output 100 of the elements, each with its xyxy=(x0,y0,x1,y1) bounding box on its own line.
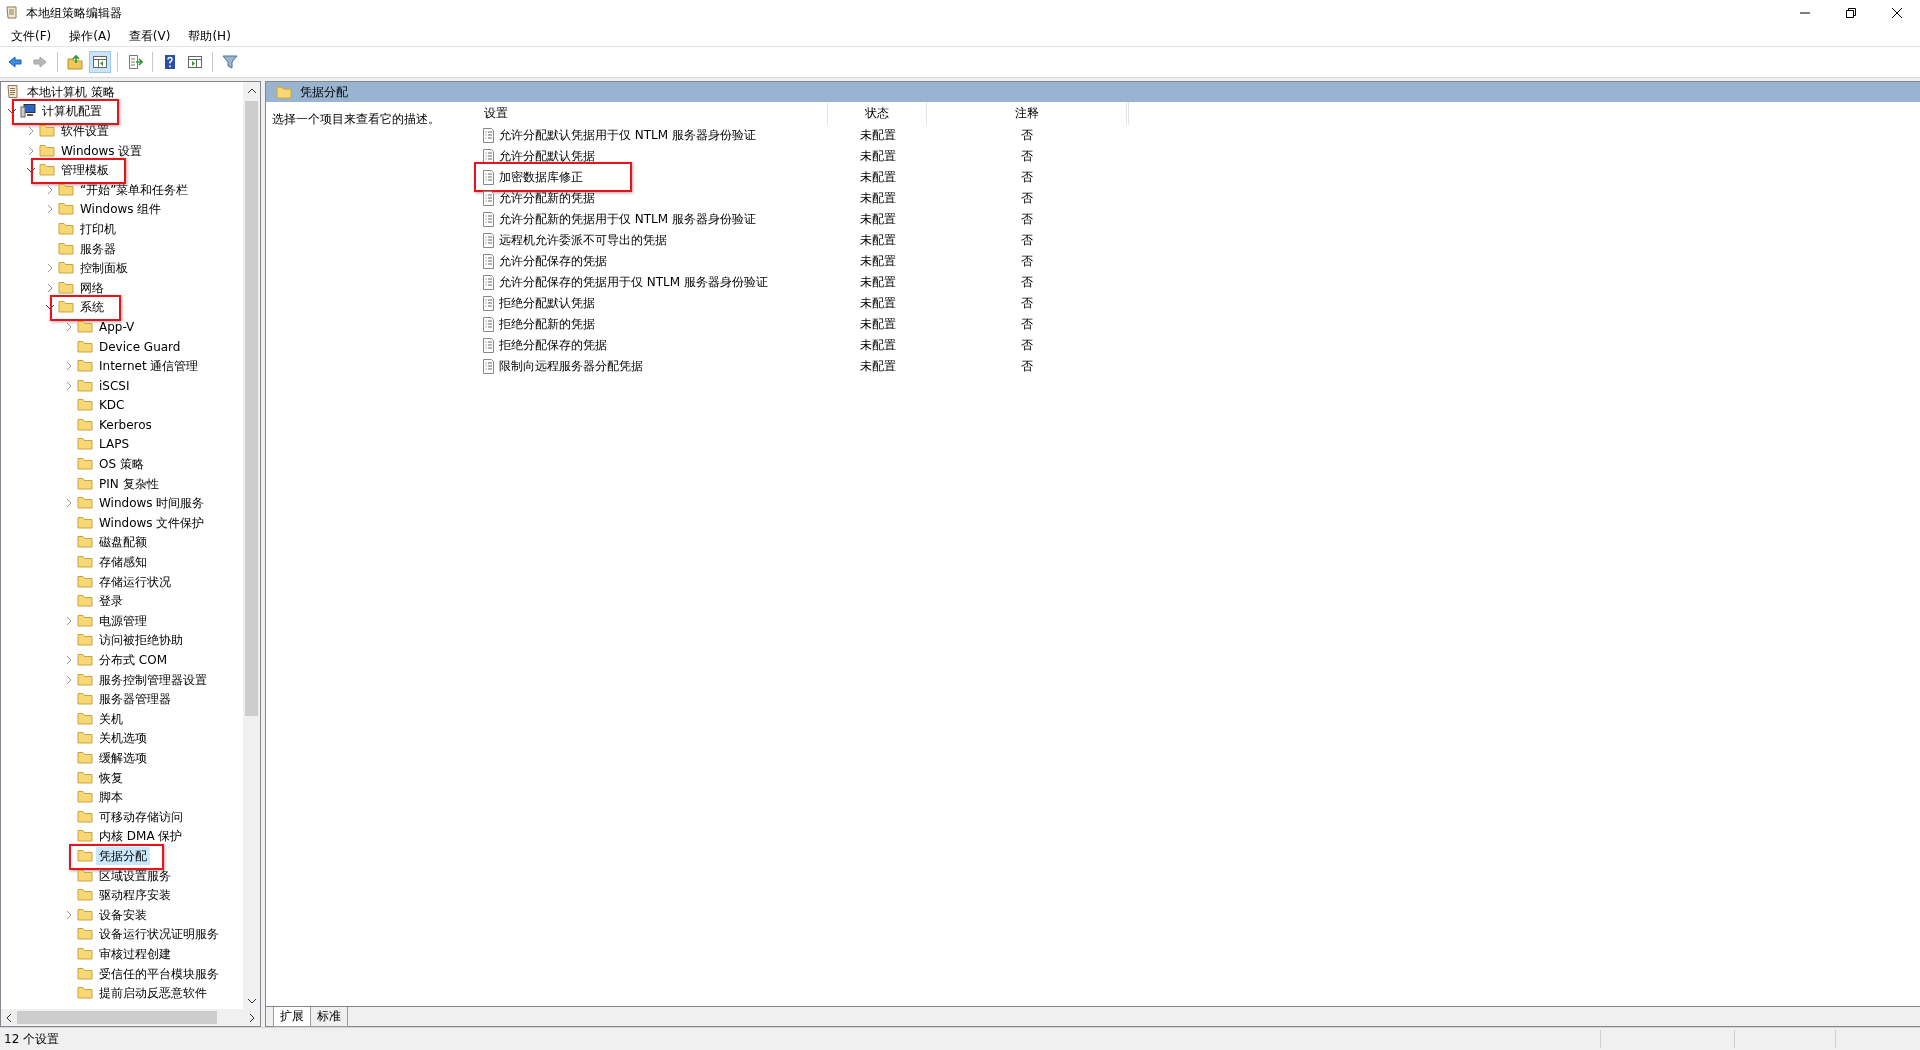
column-header[interactable]: 设置 xyxy=(474,102,828,125)
tree-item[interactable]: 关机 xyxy=(96,709,126,728)
scrollbar-thumb[interactable] xyxy=(245,101,258,716)
setting-name[interactable]: 限制向远程服务器分配凭据 xyxy=(499,358,643,375)
tree-item[interactable]: Windows 组件 xyxy=(77,200,165,219)
column-header[interactable]: 注释 xyxy=(927,102,1127,125)
chevron-right-icon[interactable] xyxy=(66,615,72,626)
table-cell-text: 否 xyxy=(1020,316,1034,333)
setting-name[interactable]: 拒绝分配保存的凭据 xyxy=(499,337,607,354)
chevron-right-icon[interactable] xyxy=(66,498,72,509)
scroll-left-icon[interactable] xyxy=(6,1012,12,1023)
tree-item[interactable]: 脚本 xyxy=(96,788,126,807)
chevron-right-icon[interactable] xyxy=(66,380,72,391)
setting-name[interactable]: 允许分配保存的凭据用于仅 NTLM 服务器身份验证 xyxy=(499,274,768,291)
tree-item[interactable]: 系统 xyxy=(77,298,107,317)
tree-item[interactable]: Windows 设置 xyxy=(58,141,146,160)
scrollbar-thumb[interactable] xyxy=(17,1011,217,1024)
tree-item[interactable]: 控制面板 xyxy=(77,259,131,278)
chevron-down-icon[interactable] xyxy=(26,167,36,174)
tree-item[interactable]: iSCSI xyxy=(96,376,133,395)
chevron-right-icon[interactable] xyxy=(28,126,34,136)
chevron-right-icon[interactable] xyxy=(66,655,72,665)
setting-name[interactable]: 允许分配默认凭据用于仅 NTLM 服务器身份验证 xyxy=(499,127,756,144)
menu-item[interactable]: 帮助(H) xyxy=(179,25,240,47)
tree-item[interactable]: KDC xyxy=(96,396,128,415)
tree-item[interactable]: 缓解选项 xyxy=(96,749,150,767)
view-tab[interactable]: 扩展 xyxy=(273,1007,311,1027)
tree-item[interactable]: 软件设置 xyxy=(58,122,112,140)
setting-name[interactable]: 加密数据库修正 xyxy=(499,169,583,186)
folder-icon xyxy=(77,456,93,473)
tree-item[interactable]: 存储感知 xyxy=(96,553,150,572)
folder-icon xyxy=(77,534,93,551)
tree-item[interactable]: 存储运行状况 xyxy=(96,572,174,591)
tree-item[interactable]: “开始”菜单和任务栏 xyxy=(77,180,192,199)
setting-name[interactable]: 拒绝分配新的凭据 xyxy=(499,316,595,333)
tree-item[interactable]: 关机选项 xyxy=(96,729,150,748)
chevron-right-icon[interactable] xyxy=(47,204,53,215)
tree-item[interactable]: 服务器管理器 xyxy=(96,690,174,709)
tree-item[interactable]: 打印机 xyxy=(77,219,119,238)
chevron-down-icon[interactable] xyxy=(45,304,55,311)
setting-name[interactable]: 允许分配新的凭据用于仅 NTLM 服务器身份验证 xyxy=(499,211,756,228)
tree-item[interactable]: 设备安装 xyxy=(96,905,150,924)
chevron-right-icon[interactable] xyxy=(66,361,72,372)
tree-item[interactable]: 管理模板 xyxy=(58,161,112,180)
scroll-up-icon[interactable] xyxy=(246,87,257,94)
scroll-down-icon[interactable] xyxy=(246,997,257,1004)
tree-item[interactable]: 审核过程创建 xyxy=(96,944,174,963)
tree-item[interactable]: OS 策略 xyxy=(96,455,147,474)
horizontal-scrollbar[interactable] xyxy=(1,1009,260,1026)
tree-item[interactable]: 电源管理 xyxy=(96,611,150,630)
chevron-right-icon[interactable] xyxy=(47,184,53,195)
tree-item[interactable]: Windows 时间服务 xyxy=(96,494,208,513)
chevron-down-icon[interactable] xyxy=(7,108,17,115)
tree-item[interactable]: 凭据分配 xyxy=(96,846,150,865)
chevron-right-icon[interactable] xyxy=(47,282,53,293)
vertical-scrollbar[interactable] xyxy=(243,82,260,1009)
menu-item[interactable]: 文件(F) xyxy=(2,25,61,47)
tree-item[interactable]: 恢复 xyxy=(96,768,126,787)
tree-item[interactable]: 驱动程序安装 xyxy=(96,886,174,905)
setting-name[interactable]: 允许分配保存的凭据 xyxy=(499,253,607,270)
column-header[interactable]: 状态 xyxy=(828,102,927,125)
tree-item[interactable]: Device Guard xyxy=(96,337,184,356)
tree-item[interactable]: 区域设置服务 xyxy=(96,866,174,885)
menu-item[interactable]: 查看(V) xyxy=(119,25,180,47)
tree-item[interactable]: 服务器 xyxy=(77,239,119,258)
toolbar-button[interactable] xyxy=(89,51,111,73)
tree-item[interactable]: 本地计算机 策略 xyxy=(24,82,118,101)
chevron-right-icon[interactable] xyxy=(66,674,72,685)
tree-item[interactable]: 可移动存储访问 xyxy=(96,807,186,826)
setting-name[interactable]: 远程机允许委派不可导出的凭据 xyxy=(499,232,667,249)
setting-name[interactable]: 允许分配新的凭据 xyxy=(499,190,595,207)
tree-item[interactable]: 提前启动反恶意软件 xyxy=(96,984,210,1003)
tree-item[interactable]: PIN 复杂性 xyxy=(96,474,162,493)
tree-item[interactable]: 服务控制管理器设置 xyxy=(96,670,210,689)
chevron-right-icon[interactable] xyxy=(47,263,53,274)
folder-icon xyxy=(58,220,74,237)
scroll-right-icon[interactable] xyxy=(249,1012,255,1023)
tree-item[interactable]: 设备运行状况证明服务 xyxy=(96,925,222,944)
chevron-right-icon[interactable] xyxy=(28,145,34,156)
table-cell-text: 否 xyxy=(1020,211,1034,228)
tree-item[interactable]: App-V xyxy=(96,317,138,336)
tree-item[interactable]: Windows 文件保护 xyxy=(96,513,208,532)
tree-item[interactable]: 内核 DMA 保护 xyxy=(96,827,186,846)
tree-item[interactable]: LAPS xyxy=(96,435,133,454)
tree-item[interactable]: Kerberos xyxy=(96,415,155,434)
table-cell-text: 否 xyxy=(1020,274,1034,291)
tree-item[interactable]: 访问被拒绝协助 xyxy=(96,631,186,650)
tree-item[interactable]: 受信任的平台模块服务 xyxy=(96,964,222,983)
menu-item[interactable]: 操作(A) xyxy=(60,25,120,47)
view-tab[interactable]: 标准 xyxy=(310,1007,348,1027)
setting-name[interactable]: 拒绝分配默认凭据 xyxy=(499,295,595,312)
tree-item[interactable]: Internet 通信管理 xyxy=(96,357,202,376)
tree-item[interactable]: 磁盘配额 xyxy=(96,533,150,552)
tree-item[interactable]: 计算机配置 xyxy=(39,102,105,121)
chevron-right-icon[interactable] xyxy=(66,909,72,920)
tree-item[interactable]: 登录 xyxy=(96,592,126,611)
chevron-right-icon[interactable] xyxy=(66,321,72,332)
setting-name[interactable]: 允许分配默认凭据 xyxy=(499,148,595,165)
tree-item[interactable]: 网络 xyxy=(77,278,107,297)
tree-item[interactable]: 分布式 COM xyxy=(96,651,170,669)
